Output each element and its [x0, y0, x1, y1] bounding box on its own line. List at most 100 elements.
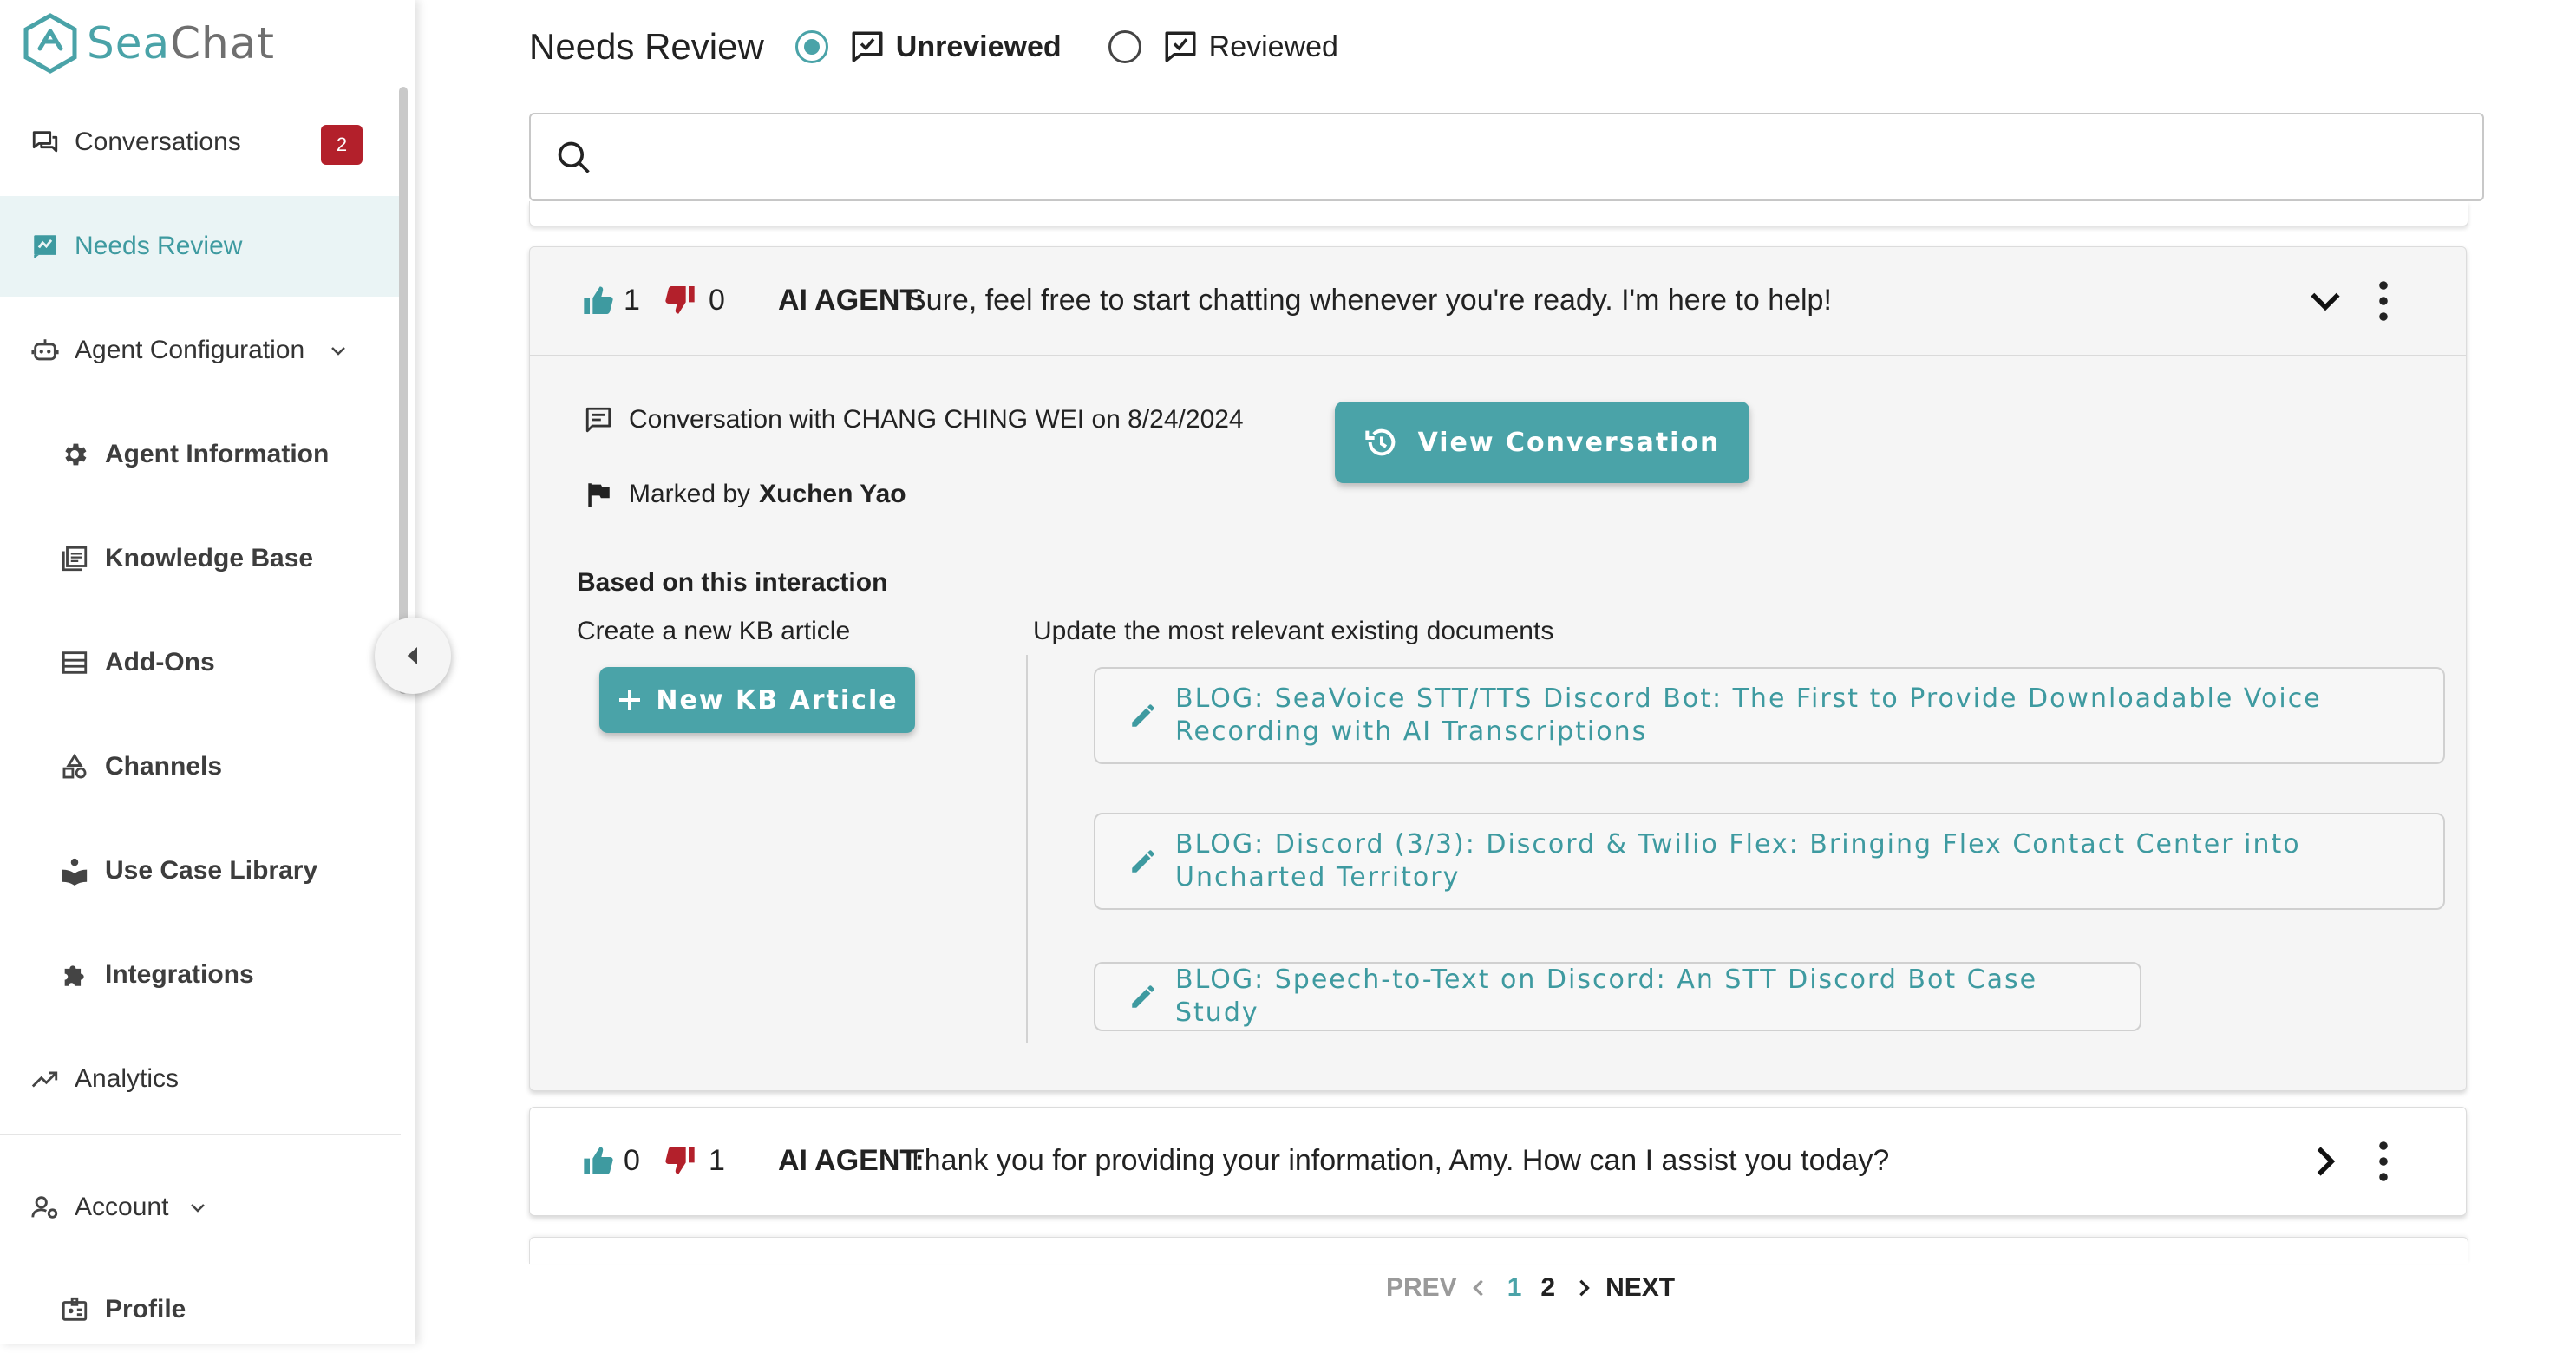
- review-card-header[interactable]: 0 1 AI AGENT: Thank you for providing yo…: [530, 1108, 2466, 1215]
- marked-by-prefix: Marked by: [629, 480, 751, 508]
- sidebar-item-profile[interactable]: Profile: [0, 1259, 399, 1360]
- document-link[interactable]: BLOG: Discord (3/3): Discord & Twilio Fl…: [1094, 813, 2445, 910]
- thumbs-up-icon: [580, 1144, 617, 1179]
- sidebar-item-label: Profile: [105, 1295, 186, 1324]
- unreviewed-radio[interactable]: [794, 30, 828, 63]
- chevron-down-icon: [187, 1197, 208, 1218]
- thumbs-up-icon: [580, 284, 617, 318]
- sidebar-item-label: Account: [75, 1193, 169, 1221]
- search-bar[interactable]: [529, 113, 2484, 201]
- conversation-info: Conversation with CHANG CHING WEI on 8/2…: [584, 405, 1244, 435]
- agent-message: Sure, feel free to start chatting whenev…: [906, 284, 1832, 317]
- sidebar-item-label: Integrations: [105, 960, 254, 989]
- sidebar-item-agent-configuration[interactable]: Agent Configuration: [0, 300, 399, 401]
- more-options-icon[interactable]: [2377, 1141, 2390, 1182]
- id-card-icon: [57, 1292, 92, 1327]
- user-settings-icon: [28, 1190, 62, 1225]
- trending-up-icon: [28, 1062, 62, 1096]
- page-1-button[interactable]: 1: [1507, 1273, 1522, 1303]
- sidebar-item-integrations[interactable]: Integrations: [0, 925, 399, 1025]
- downvote-count: 1: [709, 1144, 725, 1177]
- seachat-logo-icon: [23, 13, 77, 74]
- logo-text: SeaChat: [87, 18, 275, 69]
- comment-check-icon: [1162, 29, 1199, 65]
- next-page-button[interactable]: NEXT: [1605, 1273, 1675, 1303]
- sidebar-item-label: Agent Information: [105, 440, 330, 468]
- caret-left-icon: [407, 647, 417, 664]
- document-link[interactable]: BLOG: SeaVoice STT/TTS Discord Bot: The …: [1094, 667, 2445, 764]
- sidebar-item-account[interactable]: Account: [0, 1157, 399, 1258]
- prev-page-button[interactable]: PREV: [1386, 1273, 1457, 1303]
- document-title: BLOG: Discord (3/3): Discord & Twilio Fl…: [1175, 829, 2301, 892]
- collapse-sidebar-button[interactable]: [375, 618, 451, 694]
- sidebar-item-label: Channels: [105, 752, 223, 781]
- gear-icon: [57, 437, 92, 472]
- review-icon: [28, 229, 62, 264]
- sidebar-item-label: Agent Configuration: [75, 336, 305, 364]
- conversation-text: Conversation with CHANG CHING WEI on 8/2…: [629, 405, 1244, 434]
- review-card: 1 0 AI AGENT: Sure, feel free to start c…: [529, 246, 2467, 1091]
- chevron-right-icon[interactable]: [1574, 1277, 1593, 1299]
- flag-icon: [584, 480, 613, 509]
- sidebar-item-channels[interactable]: Channels: [0, 716, 399, 817]
- message-icon: [584, 405, 613, 435]
- sidebar-item-use-case-library[interactable]: Use Case Library: [0, 821, 399, 921]
- table-icon: [57, 645, 92, 680]
- agent-label: AI AGENT:: [778, 1144, 925, 1177]
- chevron-down-icon: [328, 340, 349, 361]
- main-content: Needs Review Unreviewed Reviewed 1 0 AI …: [486, 0, 2498, 1344]
- sidebar-item-label: Conversations: [75, 128, 241, 156]
- robot-icon: [28, 333, 62, 368]
- reviewed-label[interactable]: Reviewed: [1209, 30, 1338, 64]
- view-conversation-button[interactable]: View Conversation: [1335, 402, 1749, 483]
- reviewed-radio[interactable]: [1108, 30, 1141, 63]
- pagination: PREV 1 2 NEXT: [1386, 1273, 1675, 1303]
- upvote-count: 1: [624, 284, 640, 317]
- marked-by-name: Xuchen Yao: [759, 480, 906, 508]
- chevron-right-icon[interactable]: [2306, 1142, 2344, 1180]
- thumbs-down-icon: [662, 1142, 698, 1177]
- more-options-icon[interactable]: [2377, 280, 2390, 322]
- section-separator: [1026, 655, 1028, 1043]
- review-card-header[interactable]: 1 0 AI AGENT: Sure, feel free to start c…: [530, 247, 2466, 355]
- sidebar-divider: [0, 1134, 401, 1135]
- logo-text-chat: Chat: [170, 18, 275, 69]
- seachat-logo[interactable]: SeaChat: [19, 12, 275, 75]
- pencil-icon: [1128, 701, 1158, 730]
- pencil-icon: [1128, 982, 1158, 1011]
- next-card-edge: [529, 1237, 2468, 1264]
- chevron-left-icon[interactable]: [1469, 1277, 1488, 1299]
- new-kb-article-button[interactable]: New KB Article: [599, 667, 915, 733]
- agent-message: Thank you for providing your information…: [906, 1144, 1890, 1177]
- sidebar-scrollbar[interactable]: [399, 87, 408, 694]
- plus-icon: [619, 690, 641, 710]
- comment-check-icon: [849, 29, 886, 65]
- update-docs-label: Update the most relevant existing docume…: [1033, 617, 1554, 645]
- sidebar-item-agent-information[interactable]: Agent Information: [0, 404, 399, 505]
- document-link[interactable]: BLOG: Speech-to-Text on Discord: An STT …: [1094, 962, 2141, 1031]
- sidebar-item-conversations[interactable]: Conversations 2: [0, 92, 399, 193]
- review-card: 0 1 AI AGENT: Thank you for providing yo…: [529, 1107, 2467, 1216]
- sidebar-item-label: Add-Ons: [105, 648, 215, 677]
- book-icon: [57, 541, 92, 576]
- history-icon: [1364, 428, 1395, 456]
- create-kb-label: Create a new KB article: [577, 617, 851, 645]
- unread-badge: 2: [321, 125, 363, 165]
- puzzle-icon: [57, 958, 92, 992]
- sidebar-item-label: Use Case Library: [105, 856, 318, 885]
- sidebar-item-analytics[interactable]: Analytics: [0, 1029, 399, 1129]
- thumbs-down-icon: [662, 282, 698, 317]
- page-2-button[interactable]: 2: [1540, 1273, 1555, 1303]
- reader-icon: [57, 853, 92, 888]
- chevron-down-icon[interactable]: [2306, 282, 2344, 320]
- document-title: BLOG: SeaVoice STT/TTS Discord Bot: The …: [1175, 683, 2322, 747]
- upvote-count: 0: [624, 1144, 640, 1177]
- sidebar-item-needs-review[interactable]: Needs Review: [0, 196, 399, 297]
- sidebar-item-add-ons[interactable]: Add-Ons: [0, 612, 399, 713]
- search-icon: [555, 139, 593, 177]
- unreviewed-label[interactable]: Unreviewed: [896, 30, 1062, 64]
- view-conversation-label: View Conversation: [1417, 427, 1721, 458]
- agent-label: AI AGENT:: [778, 284, 925, 317]
- search-input[interactable]: [609, 123, 2434, 194]
- sidebar-item-knowledge-base[interactable]: Knowledge Base: [0, 508, 399, 609]
